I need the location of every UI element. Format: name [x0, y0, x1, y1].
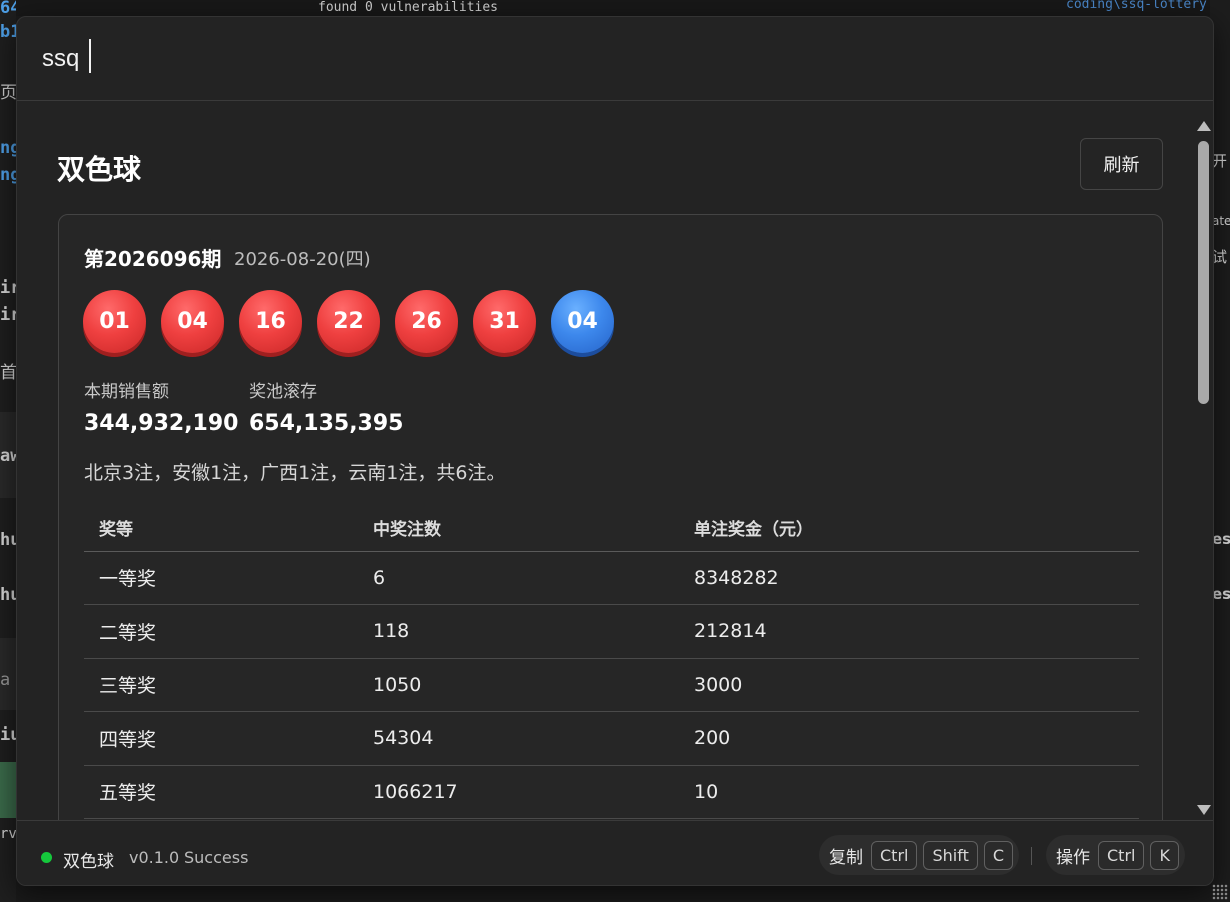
- red-ball: 26: [395, 290, 458, 353]
- prize-level: 二等奖: [84, 604, 358, 659]
- background-fragment: 首: [0, 363, 16, 383]
- table-row: 一等奖 6 8348282: [84, 551, 1139, 605]
- pool-label: 奖池滚存: [249, 382, 317, 402]
- actions-label: 操作: [1056, 847, 1090, 868]
- background-fragment: es: [1212, 530, 1230, 548]
- table-row: 五等奖 1066217 10: [84, 765, 1139, 819]
- table-header-row: 奖等 中奖注数 单注奖金（元）: [84, 504, 1139, 552]
- background-fragment: aw: [0, 446, 16, 466]
- background-terminal-strip: found 0 vulnerabilities coding\ssq-lotte…: [16, 0, 1210, 16]
- footer-divider: [1031, 847, 1032, 865]
- winner-summary: 北京3注，安徽1注，广西1注，云南1注，共6注。: [84, 462, 506, 484]
- draw-date: 2026-08-20(四): [234, 249, 371, 270]
- extension-name: 双色球: [63, 852, 114, 872]
- background-terminal-line: found 0 vulnerabilities: [318, 0, 499, 15]
- page-title: 双色球: [57, 153, 142, 186]
- status-text: Success: [184, 848, 249, 867]
- vertical-scrollbar[interactable]: [1193, 116, 1213, 821]
- sales-label: 本期销售额: [84, 382, 169, 402]
- winner-count: 1066217: [358, 765, 679, 819]
- prize-table: 奖等 中奖注数 单注奖金（元） 一等奖 6 8348282 二等奖 118 21…: [84, 504, 1139, 819]
- background-fragment: 64: [0, 0, 16, 18]
- background-fragment: rv: [0, 826, 16, 842]
- winner-count: 54304: [358, 711, 679, 766]
- background-fragment: ate: [1212, 214, 1230, 228]
- column-header-count: 中奖注数: [358, 504, 679, 552]
- background-fragment: es: [1212, 585, 1230, 603]
- scroll-up-arrow-icon[interactable]: [1197, 121, 1211, 131]
- text-caret: [89, 39, 91, 73]
- red-ball: 01: [83, 290, 146, 353]
- prize-amount: 3000: [679, 658, 1139, 712]
- key-k: K: [1150, 840, 1179, 870]
- red-ball: 04: [161, 290, 224, 353]
- background-fragment: hu: [0, 530, 16, 550]
- background-fragment: ir: [0, 305, 16, 325]
- scrollbar-thumb[interactable]: [1198, 141, 1209, 404]
- prize-amount: 8348282: [679, 551, 1139, 605]
- prize-amount: 200: [679, 711, 1139, 766]
- actions-menu-button[interactable]: 操作 Ctrl K: [1046, 835, 1185, 875]
- search-bar: [17, 17, 1213, 101]
- prize-amount: 10: [679, 765, 1139, 819]
- draw-issue: 第2026096期: [84, 247, 222, 271]
- background-thumbnail: [0, 762, 16, 818]
- prize-level: 四等奖: [84, 711, 358, 766]
- blue-ball: 04: [551, 290, 614, 353]
- table-row: 四等奖 54304 200: [84, 711, 1139, 766]
- column-header-prize: 单注奖金（元）: [679, 504, 1139, 552]
- prize-amount: 212814: [679, 604, 1139, 659]
- background-fragment: 试: [1212, 248, 1228, 266]
- extension-version: v0.1.0: [129, 848, 180, 867]
- background-fragment: ng: [0, 165, 16, 185]
- ball-row: 01 04 16 22 26 31 04: [83, 290, 614, 353]
- winner-count: 6: [358, 551, 679, 605]
- background-fragment: 开: [1212, 152, 1228, 170]
- table-row: 三等奖 1050 3000: [84, 658, 1139, 712]
- column-header-level: 奖等: [84, 504, 358, 552]
- background-fragment: 页目: [0, 83, 16, 103]
- sales-value: 344,932,190: [84, 411, 239, 436]
- resize-grip-icon[interactable]: [1212, 884, 1228, 900]
- winner-count: 118: [358, 604, 679, 659]
- key-ctrl: Ctrl: [871, 840, 918, 870]
- red-ball: 16: [239, 290, 302, 353]
- red-ball: 31: [473, 290, 536, 353]
- red-ball: 22: [317, 290, 380, 353]
- status-footer: 双色球 v0.1.0 Success 复制 Ctrl Shift C 操作 Ct…: [17, 820, 1213, 885]
- draw-card: 第2026096期 2026-08-20(四) 01 04 16 22 26 3…: [58, 214, 1163, 820]
- status-dot-icon: [41, 852, 52, 863]
- background-fragment: iu: [0, 725, 16, 745]
- background-fragment: ng: [0, 138, 16, 158]
- search-input[interactable]: [42, 44, 942, 73]
- copy-action-label: 复制: [829, 847, 863, 868]
- prize-level: 三等奖: [84, 658, 358, 712]
- background-fragment: a: [0, 670, 11, 690]
- result-panel: 双色球 刷新 第2026096期 2026-08-20(四) 01 04 16 …: [17, 102, 1193, 820]
- prize-level: 五等奖: [84, 765, 358, 819]
- background-fragment: hu: [0, 585, 16, 605]
- key-shift: Shift: [923, 840, 978, 870]
- key-c: C: [983, 840, 1014, 870]
- pool-value: 654,135,395: [249, 411, 404, 436]
- refresh-button[interactable]: 刷新: [1080, 138, 1163, 190]
- prize-level: 一等奖: [84, 551, 358, 605]
- table-row: 二等奖 118 212814: [84, 604, 1139, 659]
- copy-action[interactable]: 复制 Ctrl Shift C: [819, 835, 1020, 875]
- background-fragment: ir: [0, 278, 16, 298]
- scroll-down-arrow-icon[interactable]: [1197, 805, 1211, 815]
- key-ctrl: Ctrl: [1098, 840, 1145, 870]
- winner-count: 1050: [358, 658, 679, 712]
- launcher-window: 双色球 刷新 第2026096期 2026-08-20(四) 01 04 16 …: [16, 16, 1214, 886]
- background-fragment: b1: [0, 22, 16, 42]
- background-path: coding\ssq-lottery: [1066, 0, 1207, 12]
